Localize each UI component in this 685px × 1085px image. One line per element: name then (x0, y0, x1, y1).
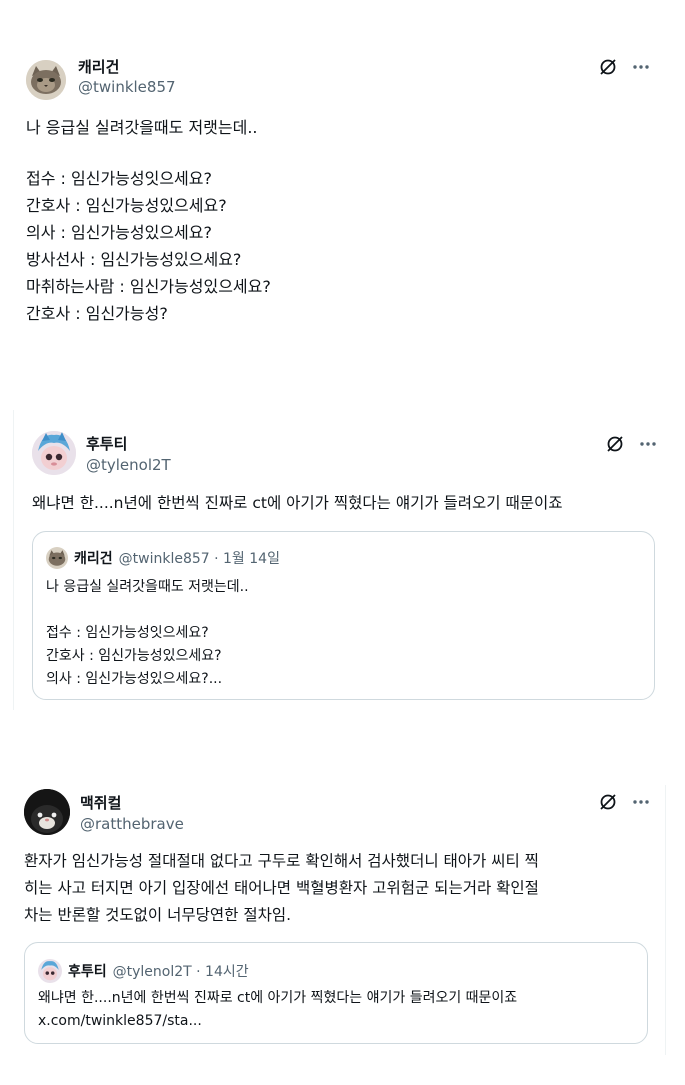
quote-display-name: 후투티 (68, 964, 107, 980)
avatar-rat[interactable] (24, 789, 70, 835)
quote-text: 나 응급실 실려갓을때도 저랫는데.. 접수 : 임신가능성잇으세요? 간호사 … (46, 576, 249, 691)
avatar-cat (46, 547, 68, 569)
text-line (46, 599, 249, 622)
text-line: 의사 : 임신가능성있으세요?... (46, 671, 223, 687)
grok-icon[interactable] (605, 434, 625, 454)
post-text: 나 응급실 실려갓을때도 저랫는데.. 접수 : 임신가능성잇으세요? 간호사 … (26, 114, 271, 327)
grok-icon[interactable] (598, 57, 618, 77)
text-line: 마취하는사람 : 임신가능성있으세요? (26, 277, 271, 296)
text-line: 나 응급실 실려갓을때도 저랫는데.. (26, 118, 258, 137)
avatar-hutuji[interactable] (32, 431, 76, 475)
quote-header: 캐리건 @twinkle857 · 1월 14일 (46, 547, 280, 569)
text-line: 의사 : 임신가능성있으세요? (26, 223, 212, 242)
post-actions (605, 434, 657, 454)
display-name[interactable]: 캐리건 (78, 56, 119, 77)
quote-text: 왜냐면 한....n년에 한번씩 진짜로 ct에 아기가 찍혔다는 얘기가 들려… (38, 987, 517, 1033)
more-icon[interactable] (632, 799, 650, 805)
text-line: 접수 : 임신가능성잇으세요? (26, 169, 212, 188)
post-actions (598, 792, 650, 812)
avatar-cat[interactable] (26, 60, 66, 100)
quote-header: 후투티 @tylenol2T · 14시간 (38, 959, 249, 983)
post-3: 맥쥐컬 @ratthebrave 환자가 임신가능성 절대절대 없다고 구두로 … (0, 780, 685, 1080)
text-line: 나 응급실 실려갓을때도 저랫는데.. (46, 579, 249, 595)
post-2: 후투티 @tylenol2T 왜냐면 한....n년에 한번씩 진짜로 ct에 … (0, 410, 685, 710)
grok-icon[interactable] (598, 792, 618, 812)
text-line: 차는 반론할 것도없이 너무당연한 절차임. (24, 906, 292, 924)
display-name[interactable]: 후투티 (86, 433, 127, 454)
quote-link[interactable]: x.com/twinkle857/sta... (38, 1010, 517, 1033)
post-text: 환자가 임신가능성 절대절대 없다고 구두로 확인해서 검사했더니 태아가 씨티… (24, 848, 539, 929)
text-line (26, 141, 271, 165)
handle[interactable]: @ratthebrave (80, 815, 184, 833)
quoted-post[interactable]: 캐리건 @twinkle857 · 1월 14일 나 응급실 실려갓을때도 저랫… (32, 531, 655, 700)
post-1: 캐리건 @twinkle857 나 응급실 실려갓을때도 저랫는데.. 접수 :… (0, 0, 685, 360)
post-text: 왜냐면 한....n년에 한번씩 진짜로 ct에 아기가 찍혔다는 얘기가 들려… (32, 490, 563, 517)
text-line: 왜냐면 한....n년에 한번씩 진짜로 ct에 아기가 찍혔다는 얘기가 들려… (38, 990, 518, 1006)
handle[interactable]: @twinkle857 (78, 78, 176, 96)
text-line: 히는 사고 터지면 아기 입장에선 태어나면 백혈병환자 고위험군 되는거라 확… (24, 879, 539, 897)
more-icon[interactable] (632, 64, 650, 70)
handle[interactable]: @tylenol2T (86, 456, 171, 474)
text-line: 접수 : 임신가능성잇으세요? (46, 625, 209, 641)
more-icon[interactable] (639, 441, 657, 447)
display-name[interactable]: 맥쥐컬 (80, 792, 121, 813)
avatar-hutuji (38, 959, 62, 983)
text-line: 간호사 : 임신가능성있으세요? (46, 648, 222, 664)
post-actions (598, 57, 650, 77)
quoted-post[interactable]: 후투티 @tylenol2T · 14시간 왜냐면 한....n년에 한번씩 진… (24, 942, 648, 1044)
text-line: 간호사 : 임신가능성있으세요? (26, 196, 227, 215)
quote-display-name: 캐리건 (74, 551, 113, 567)
quote-meta: @twinkle857 · 1월 14일 (118, 551, 280, 567)
quote-meta: @tylenol2T · 14시간 (112, 964, 249, 980)
text-line: 간호사 : 임신가능성? (26, 304, 168, 323)
text-line: 왜냐면 한....n년에 한번씩 진짜로 ct에 아기가 찍혔다는 얘기가 들려… (32, 494, 563, 512)
text-line: 환자가 임신가능성 절대절대 없다고 구두로 확인해서 검사했더니 태아가 씨티… (24, 852, 539, 870)
text-line: 방사선사 : 임신가능성있으세요? (26, 250, 242, 269)
